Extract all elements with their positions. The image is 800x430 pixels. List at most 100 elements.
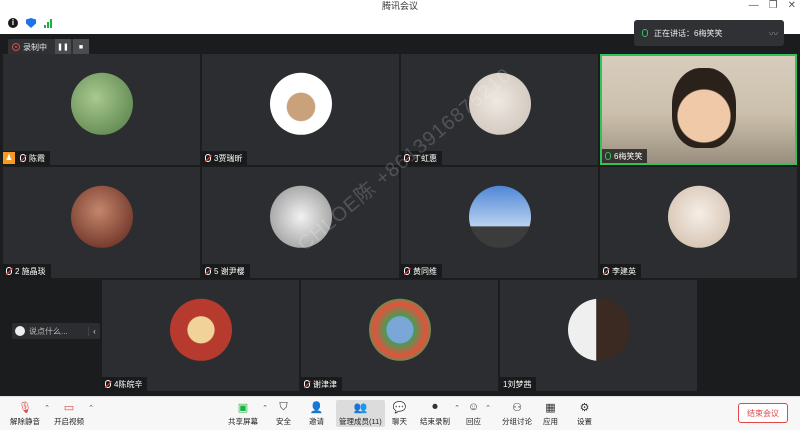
meeting-status-icons: i xyxy=(8,18,54,28)
share-screen-button[interactable]: ▣ 共享屏幕 ⌃ xyxy=(228,400,268,427)
settings-label: 设置 xyxy=(577,417,592,426)
chevron-up-icon[interactable]: ⌃ xyxy=(44,404,50,412)
share-screen-label: 共享屏幕 xyxy=(228,417,258,426)
participant-nametag: 1刘梦茜 xyxy=(500,377,537,391)
participant-nametag: 丁虹惠 xyxy=(401,151,442,165)
manage-members-button[interactable]: 👥 管理成员(11) xyxy=(336,400,385,427)
unmute-button[interactable]: 🎙 解除静音 ⌃ xyxy=(10,400,50,427)
chat-placeholder: 说点什么... xyxy=(29,326,68,336)
mic-muted-icon xyxy=(105,380,111,388)
participant-tile[interactable]: 5 谢尹樱 xyxy=(202,167,399,278)
record-stop-icon: ⏺ xyxy=(432,400,438,413)
recording-label: 录制中 xyxy=(23,42,47,52)
wave-icon: 〰 xyxy=(768,28,778,39)
info-icon[interactable]: i xyxy=(8,18,18,28)
mic-muted-icon xyxy=(205,154,211,162)
avatar xyxy=(567,298,630,361)
unmute-label: 解除静音 xyxy=(10,417,40,426)
mic-muted-icon xyxy=(304,380,310,388)
avatar xyxy=(468,185,531,248)
stop-recording-button[interactable]: ■ xyxy=(73,39,89,55)
chevron-left-icon[interactable]: ‹ xyxy=(88,326,100,336)
invite-button[interactable]: 👤 邀请 xyxy=(309,400,324,427)
mic-active-icon xyxy=(605,152,611,160)
recording-bar: 录制中 ❚❚ ■ xyxy=(8,39,89,55)
breakout-rooms-button[interactable]: ⚇ 分组讨论 xyxy=(502,400,532,427)
participant-name: 李建英 xyxy=(612,266,636,276)
video-feed xyxy=(672,68,736,148)
shield-icon: ⛉ xyxy=(279,400,288,413)
participant-nametag: 李建英 xyxy=(600,264,641,278)
participant-tile[interactable]: 2 施晶琰 xyxy=(3,167,200,278)
end-recording-button[interactable]: ⏺ 结束录制 ⌃ xyxy=(420,400,460,427)
members-icon: 👥 xyxy=(353,401,368,414)
security-button[interactable]: ⛉ 安全 xyxy=(276,400,291,427)
participant-tile[interactable]: ♟ 陈霞 xyxy=(3,54,200,165)
manage-members-label: 管理成员(11) xyxy=(339,417,382,426)
video-stage: 录制中 ❚❚ ■ 正在讲话：6梅笑笑 〰 ♟ 陈霞 3贾瑞昕 丁虹惠 6梅笑笑 … xyxy=(0,20,800,396)
signal-icon[interactable] xyxy=(44,18,54,28)
participant-nametag: 黄同维 xyxy=(401,264,442,278)
participant-name: 1刘梦茜 xyxy=(503,379,532,389)
participant-tile[interactable]: 4陈皖辛 xyxy=(102,280,299,391)
start-video-label: 开启视频 xyxy=(54,417,84,426)
host-icon: ♟ xyxy=(3,152,15,164)
chevron-up-icon[interactable]: ⌃ xyxy=(262,404,268,412)
participant-tile[interactable]: 谢津津 xyxy=(301,280,498,391)
video-off-icon: ▭ xyxy=(63,401,75,414)
end-recording-label: 结束录制 xyxy=(420,417,450,426)
chat-icon: 💬 xyxy=(392,401,407,414)
start-video-button[interactable]: ▭ 开启视频 ⌃ xyxy=(54,400,94,427)
chevron-up-icon[interactable]: ⌃ xyxy=(88,404,94,412)
share-screen-icon: ▣ xyxy=(237,401,249,414)
avatar xyxy=(368,298,431,361)
window-title: 腾讯会议 xyxy=(381,1,418,11)
chat-input[interactable]: 说点什么... ‹ xyxy=(12,323,100,339)
gear-icon: ⚙ xyxy=(579,401,590,414)
meeting-toolbar: 🎙 解除静音 ⌃ ▭ 开启视频 ⌃ ▣ 共享屏幕 ⌃ ⛉ 安全 👤 邀请 👥 管… xyxy=(0,396,800,430)
mic-muted-icon: 🎙 xyxy=(18,401,32,414)
participant-name: 3贾瑞昕 xyxy=(214,153,243,163)
avatar xyxy=(269,72,332,135)
participant-name: 2 施晶琰 xyxy=(15,266,46,276)
participant-name: 谢津津 xyxy=(313,379,337,389)
add-user-icon: 👤 xyxy=(309,401,324,414)
apps-button[interactable]: ▦ 应用 xyxy=(543,400,558,427)
invite-label: 邀请 xyxy=(309,417,324,426)
avatar xyxy=(169,298,232,361)
breakout-icon: ⚇ xyxy=(512,401,522,414)
chat-button[interactable]: 💬 聊天 xyxy=(392,400,407,427)
speaking-banner: 正在讲话：6梅笑笑 〰 xyxy=(634,20,784,46)
participant-tile[interactable]: 李建英 xyxy=(600,167,797,278)
apps-label: 应用 xyxy=(543,417,558,426)
active-speaker-video-tile[interactable]: 6梅笑笑 xyxy=(600,54,797,165)
minimize-icon[interactable]: — xyxy=(749,0,759,12)
pause-recording-button[interactable]: ❚❚ xyxy=(55,39,71,55)
avatar xyxy=(70,72,133,135)
close-icon[interactable]: ✕ xyxy=(788,0,796,12)
avatar xyxy=(667,185,730,248)
avatar xyxy=(468,72,531,135)
restore-icon[interactable]: ❐ xyxy=(769,0,778,12)
window-controls: — ❐ ✕ xyxy=(749,0,796,12)
participant-tile[interactable]: 3贾瑞昕 xyxy=(202,54,399,165)
settings-button[interactable]: ⚙ 设置 xyxy=(577,400,592,427)
participant-name: 丁虹惠 xyxy=(413,153,437,163)
chevron-up-icon[interactable]: ⌃ xyxy=(454,404,460,412)
react-button[interactable]: ☺ 回应 ⌃ xyxy=(466,400,491,427)
participant-tile[interactable]: 1刘梦茜 xyxy=(500,280,697,391)
participant-nametag: 2 施晶琰 xyxy=(3,264,51,278)
end-meeting-button[interactable]: 结束会议 xyxy=(738,403,788,423)
participant-name: 4陈皖辛 xyxy=(114,379,143,389)
security-label: 安全 xyxy=(276,417,291,426)
emoji-icon[interactable] xyxy=(15,326,25,336)
participant-name: 黄同维 xyxy=(413,266,437,276)
participant-nametag: 5 谢尹樱 xyxy=(202,264,250,278)
participant-nametag: 4陈皖辛 xyxy=(102,377,148,391)
shield-icon[interactable] xyxy=(26,18,36,28)
record-icon xyxy=(12,43,20,51)
participant-tile[interactable]: 黄同维 xyxy=(401,167,598,278)
participant-tile[interactable]: 丁虹惠 xyxy=(401,54,598,165)
apps-grid-icon: ▦ xyxy=(545,401,556,414)
chevron-up-icon[interactable]: ⌃ xyxy=(485,404,491,412)
